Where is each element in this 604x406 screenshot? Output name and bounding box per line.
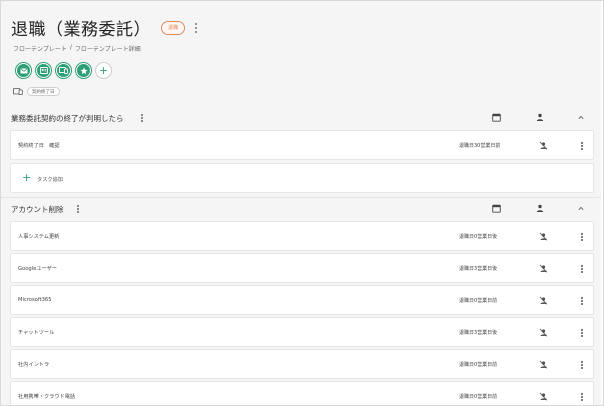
task-menu-icon[interactable] bbox=[581, 142, 584, 150]
task-row[interactable]: 社用携帯・クラウド電話 退職日0営業日前 bbox=[10, 381, 594, 405]
task-due: 退職日0営業日前 bbox=[459, 394, 498, 400]
id-card-button[interactable] bbox=[35, 62, 52, 79]
breadcrumb: フローテンプレート / フローテンプレート詳細 bbox=[13, 44, 141, 53]
task-row[interactable]: Googleユーザー 退職日3営業日後 bbox=[10, 253, 594, 283]
unassigned-person-icon[interactable] bbox=[539, 360, 548, 369]
unassigned-person-icon[interactable] bbox=[539, 392, 548, 401]
page-title: 退職（業務委託） bbox=[11, 20, 151, 40]
title-menu-icon[interactable] bbox=[193, 22, 199, 33]
unassigned-person-icon[interactable] bbox=[539, 264, 548, 273]
section-title: アカウント削除 bbox=[11, 204, 64, 214]
task-menu-icon[interactable] bbox=[581, 393, 584, 401]
tag-row: 契約終了日 bbox=[13, 87, 60, 96]
unassigned-person-icon[interactable] bbox=[539, 296, 548, 305]
unassigned-person-icon[interactable] bbox=[539, 232, 548, 241]
task-due: 退職日30営業日前 bbox=[459, 143, 501, 149]
action-buttons: + bbox=[15, 62, 112, 79]
task-row[interactable]: 社内イントラ 退職日0営業日前 bbox=[10, 349, 594, 379]
chevron-up-icon[interactable] bbox=[578, 115, 584, 120]
title-row: 退職（業務委託） 退職 bbox=[11, 15, 199, 40]
task-menu-icon[interactable] bbox=[581, 265, 584, 273]
task-row[interactable]: 人事システム更新 退職日0営業日後 bbox=[10, 221, 594, 251]
device-icon bbox=[59, 67, 68, 74]
tag-chip[interactable]: 契約終了日 bbox=[27, 87, 60, 96]
breadcrumb-current: フローテンプレート詳細 bbox=[74, 46, 141, 53]
add-task-button[interactable]: + タスク追加 bbox=[10, 163, 594, 193]
breadcrumb-separator: / bbox=[69, 44, 72, 51]
task-name: Microsoft365 bbox=[18, 297, 52, 303]
favorite-button[interactable] bbox=[75, 62, 92, 79]
task-due: 退職日0営業日後 bbox=[459, 234, 498, 240]
task-menu-icon[interactable] bbox=[581, 329, 584, 337]
add-task-label: タスク追加 bbox=[37, 177, 63, 183]
calendar-icon[interactable] bbox=[492, 204, 501, 213]
task-name: Googleユーザー bbox=[18, 266, 57, 272]
add-action-button[interactable]: + bbox=[95, 62, 112, 79]
task-row[interactable]: チャットツール 退職日3営業日後 bbox=[10, 317, 594, 347]
task-name: 社用携帯・クラウド電話 bbox=[18, 394, 76, 400]
section-header: アカウント削除 bbox=[1, 202, 601, 216]
mail-icon bbox=[20, 67, 27, 73]
section-header: 業務委託契約の終了が判明したら bbox=[1, 111, 601, 125]
section-menu-icon[interactable] bbox=[76, 205, 80, 213]
plus-icon: + bbox=[98, 64, 109, 77]
task-menu-icon[interactable] bbox=[581, 233, 584, 241]
task-name: 社内イントラ bbox=[18, 362, 50, 368]
task-due: 退職日3営業日後 bbox=[459, 330, 498, 336]
person-icon[interactable] bbox=[536, 113, 544, 122]
id-card-icon bbox=[39, 67, 48, 74]
unassigned-person-icon[interactable] bbox=[539, 141, 548, 150]
person-icon[interactable] bbox=[536, 204, 544, 213]
task-row[interactable]: 契約終了日 確認 退職日30営業日前 bbox=[10, 130, 594, 160]
section-title: 業務委託契約の終了が判明したら bbox=[11, 113, 124, 123]
task-menu-icon[interactable] bbox=[581, 297, 584, 305]
mail-button[interactable] bbox=[15, 62, 32, 79]
task-name: 人事システム更新 bbox=[18, 234, 60, 240]
star-icon bbox=[79, 66, 88, 74]
device-button[interactable] bbox=[55, 62, 72, 79]
breadcrumb-link-templates[interactable]: フローテンプレート bbox=[13, 44, 67, 53]
page: 退職（業務委託） 退職 フローテンプレート / フローテンプレート詳細 + 契約… bbox=[1, 1, 601, 405]
task-due: 退職日0営業日前 bbox=[459, 362, 498, 368]
plus-icon: + bbox=[22, 171, 32, 184]
task-due: 退職日0営業日前 bbox=[459, 298, 498, 304]
status-badge: 退職 bbox=[161, 20, 186, 35]
section-divider bbox=[1, 197, 601, 198]
task-row[interactable]: Microsoft365 退職日0営業日前 bbox=[10, 285, 594, 315]
section-menu-icon[interactable] bbox=[140, 114, 144, 122]
task-name: チャットツール bbox=[18, 330, 55, 336]
calendar-icon[interactable] bbox=[492, 113, 501, 122]
task-name: 契約終了日 確認 bbox=[18, 143, 60, 149]
unassigned-person-icon[interactable] bbox=[539, 328, 548, 337]
chevron-up-icon[interactable] bbox=[578, 206, 584, 211]
device-tag-icon bbox=[13, 88, 23, 95]
task-menu-icon[interactable] bbox=[581, 361, 584, 369]
task-due: 退職日3営業日後 bbox=[459, 266, 498, 272]
